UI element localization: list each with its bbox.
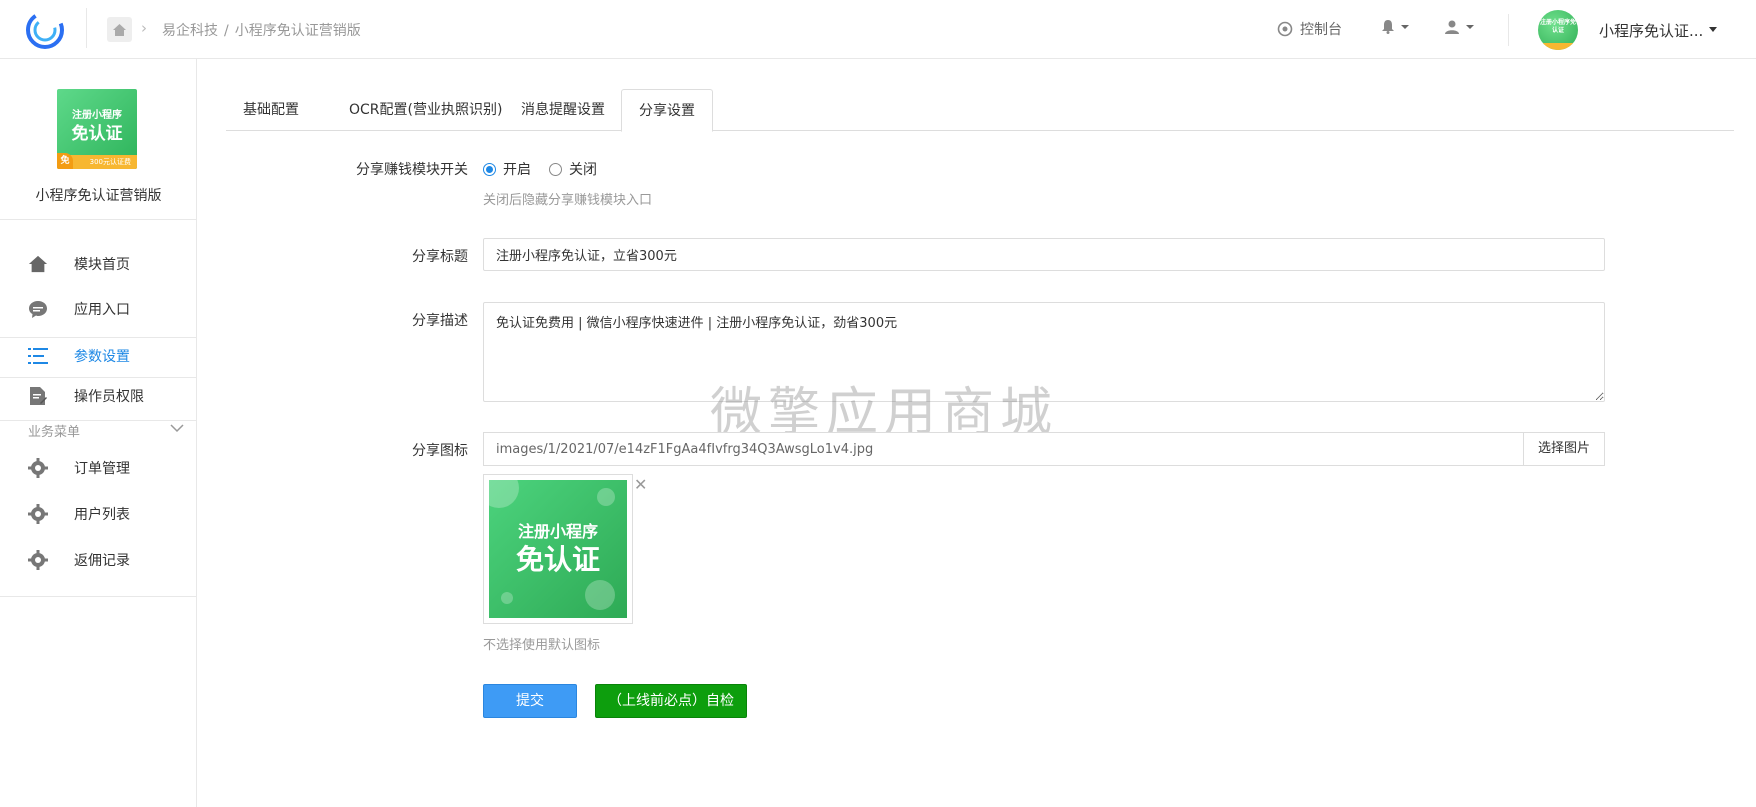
radio-on-label[interactable]: 开启: [503, 159, 531, 179]
avatar-bar: [1538, 43, 1578, 50]
app-logo: 注册小程序 免认证 300元认证费 免: [57, 89, 137, 169]
chevron-down-icon: [1401, 24, 1409, 29]
sidebar-app-name: 小程序免认证营销版: [35, 188, 162, 204]
share-title-label: 分享标题: [412, 249, 468, 265]
sidebar-item-label: 参数设置: [74, 349, 130, 365]
breadcrumb-separator: /: [224, 23, 229, 39]
chat-icon: [28, 299, 48, 319]
list-icon: [28, 346, 48, 366]
gear-icon: [28, 504, 48, 524]
sidebar-item-app-entry[interactable]: 应用入口: [0, 287, 197, 331]
submit-button[interactable]: 提交: [483, 684, 577, 718]
sidebar-item-operator-permissions[interactable]: 操作员权限: [0, 374, 197, 418]
radio-off[interactable]: [549, 162, 562, 176]
app-switcher[interactable]: 小程序免认证...: [1599, 20, 1703, 41]
sidebar-item-label: 模块首页: [74, 257, 130, 273]
divider: [0, 219, 197, 220]
share-icon-path-input[interactable]: [483, 432, 1523, 466]
home-icon: [28, 254, 48, 274]
thumb-text-line2: 免认证: [515, 543, 600, 576]
self-check-button[interactable]: （上线前必点）自检: [595, 684, 747, 718]
top-bar: › 易企科技 / 小程序免认证营销版 控制台 注册小程序免认证 小程序免认证...: [0, 0, 1756, 59]
sidebar: 注册小程序 免认证 300元认证费 免 小程序免认证营销版 模块首页 应用入口 …: [0, 59, 197, 807]
choose-image-button[interactable]: 选择图片: [1523, 432, 1605, 466]
home-button[interactable]: [107, 17, 132, 42]
chevron-down-icon[interactable]: [1709, 27, 1717, 32]
divider: [1508, 14, 1509, 46]
radio-on[interactable]: [483, 162, 496, 176]
sidebar-item-label: 订单管理: [74, 461, 130, 477]
console-label: 控制台: [1300, 22, 1342, 38]
sidebar-item-orders[interactable]: 订单管理: [0, 446, 197, 490]
tab-ocr-config[interactable]: OCR配置(营业执照识别): [332, 89, 519, 131]
sidebar-item-label: 用户列表: [74, 507, 130, 523]
decoration-dot: [597, 488, 615, 506]
divider: [0, 596, 197, 597]
radio-off-label[interactable]: 关闭: [569, 159, 597, 179]
breadcrumb: 易企科技 / 小程序免认证营销版: [162, 20, 361, 40]
home-icon: [113, 23, 126, 36]
breadcrumb-item[interactable]: 小程序免认证营销版: [235, 23, 361, 39]
settings-tabs: 基础配置 OCR配置(营业执照识别) 消息提醒设置 分享设置: [226, 89, 1734, 132]
share-icon-image: 注册小程序 免认证: [489, 480, 627, 618]
share-title-input[interactable]: [483, 238, 1605, 271]
chevron-down-icon[interactable]: [170, 423, 184, 433]
document-edit-icon: [28, 386, 48, 406]
sidebar-item-settings[interactable]: 参数设置: [0, 334, 197, 378]
decoration-dot: [501, 592, 513, 604]
divider: [86, 8, 87, 48]
tab-share-settings[interactable]: 分享设置: [621, 89, 713, 132]
sidebar-item-label: 返佣记录: [74, 553, 130, 569]
app-logo-icon[interactable]: [24, 9, 66, 51]
dashboard-icon: [1277, 21, 1293, 37]
logo-badge: 免: [57, 153, 73, 169]
bell-icon: [1382, 20, 1394, 34]
share-switch-label: 分享赚钱模块开关: [356, 162, 468, 178]
share-switch-radio-group: 开启 关闭: [483, 159, 597, 179]
chevron-down-icon: [1466, 25, 1474, 29]
user-menu-button[interactable]: [1444, 19, 1474, 35]
section-title-business-menu[interactable]: 业务菜单: [28, 421, 80, 440]
breadcrumb-item[interactable]: 易企科技: [162, 23, 218, 39]
tab-message-reminder[interactable]: 消息提醒设置: [504, 89, 622, 131]
avatar[interactable]: 注册小程序免认证: [1538, 10, 1578, 50]
close-icon[interactable]: ✕: [634, 475, 647, 494]
sidebar-item-commission[interactable]: 返佣记录: [0, 538, 197, 582]
chevron-right-icon: ›: [141, 19, 147, 37]
tab-basic-config[interactable]: 基础配置: [226, 89, 316, 131]
share-icon-hint: 不选择使用默认图标: [483, 638, 601, 653]
gear-icon: [28, 458, 48, 478]
console-link[interactable]: 控制台: [1277, 19, 1342, 39]
logo-text-line2: 免认证: [71, 124, 123, 144]
share-desc-label: 分享描述: [412, 313, 468, 329]
sidebar-item-label: 应用入口: [74, 302, 130, 318]
sidebar-item-users[interactable]: 用户列表: [0, 492, 197, 536]
sidebar-item-label: 操作员权限: [74, 389, 144, 405]
sidebar-item-module-home[interactable]: 模块首页: [0, 242, 197, 286]
user-icon: [1445, 20, 1459, 34]
share-switch-hint: 关闭后隐藏分享赚钱模块入口: [483, 193, 653, 208]
decoration-dot: [489, 480, 519, 508]
share-icon-label: 分享图标: [412, 443, 468, 459]
gear-icon: [28, 550, 48, 570]
share-icon-thumbnail: 注册小程序 免认证: [483, 474, 633, 624]
decoration-dot: [585, 580, 615, 610]
avatar-text: 注册小程序免认证: [1539, 19, 1576, 34]
notifications-button[interactable]: [1381, 19, 1409, 34]
